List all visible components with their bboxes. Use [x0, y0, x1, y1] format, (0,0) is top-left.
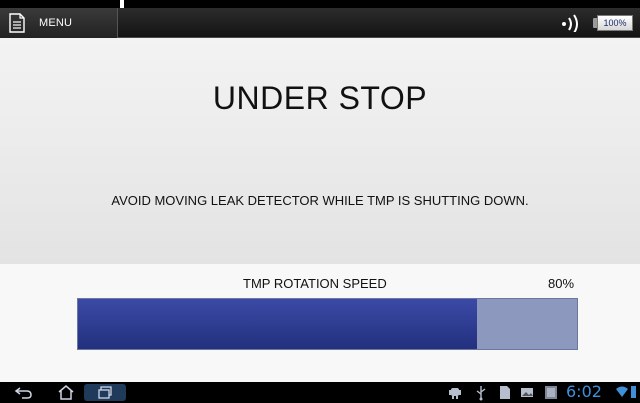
battery-small-icon	[631, 386, 636, 398]
action-bar: MENU 100%	[0, 8, 640, 38]
tmp-speed-progress-fill	[78, 299, 478, 349]
speed-panel: TMP ROTATION SPEED 80%	[0, 264, 640, 382]
recent-apps-button[interactable]	[84, 384, 126, 401]
back-icon[interactable]	[14, 384, 34, 401]
status-panel: UNDER STOP AVOID MOVING LEAK DETECTOR WH…	[0, 38, 640, 264]
image-icon	[521, 388, 533, 397]
main-content: UNDER STOP AVOID MOVING LEAK DETECTOR WH…	[0, 38, 640, 382]
tmp-speed-progress-bar	[77, 298, 578, 350]
status-message: AVOID MOVING LEAK DETECTOR WHILE TMP IS …	[111, 193, 529, 208]
usb-icon	[476, 386, 486, 401]
home-icon[interactable]	[56, 384, 76, 401]
recent-apps-icon	[98, 386, 112, 399]
android-debug-icon	[449, 388, 461, 399]
document-icon	[9, 13, 25, 33]
battery-indicator: 100%	[593, 15, 633, 31]
clock: 6:02	[566, 382, 602, 401]
tmp-speed-label: TMP ROTATION SPEED	[243, 276, 387, 291]
wifi-icon	[616, 386, 628, 397]
menu-label: MENU	[39, 17, 73, 29]
top-edge-marker	[120, 0, 124, 8]
battery-level: 100%	[597, 15, 633, 31]
signal-icon	[562, 14, 578, 32]
system-nav-bar: 6:02	[0, 382, 640, 403]
status-title: UNDER STOP	[212, 80, 428, 116]
menu-button[interactable]: MENU	[0, 8, 118, 38]
file-icon	[500, 386, 510, 399]
tmp-speed-value: 80%	[548, 276, 575, 291]
gallery-icon	[545, 386, 557, 399]
